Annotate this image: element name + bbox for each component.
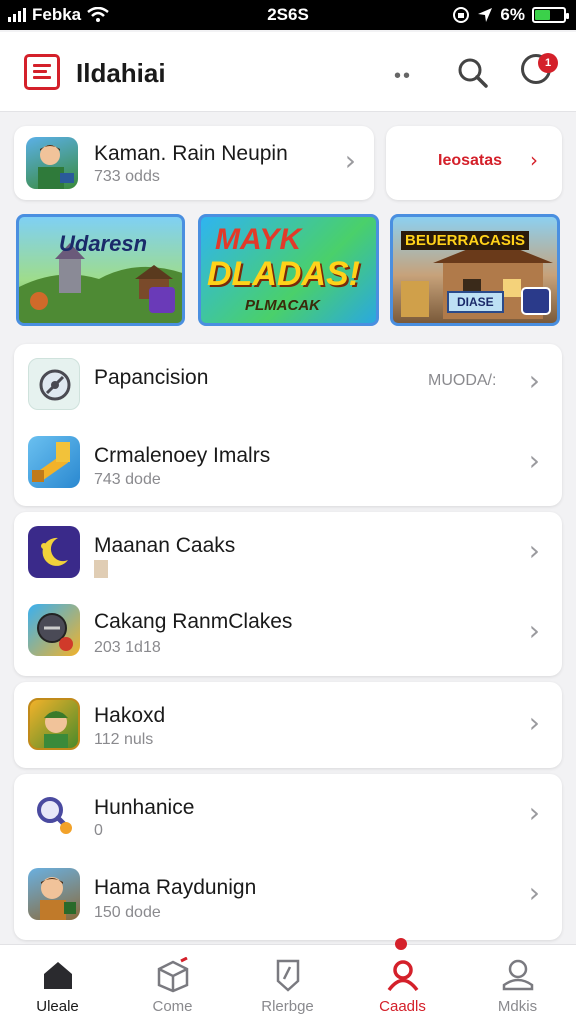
list-item-title: Cakang RanmClakes bbox=[94, 610, 293, 633]
hero-app-icon bbox=[28, 868, 80, 920]
battery-icon bbox=[532, 7, 569, 23]
list-item-meta: MUODA/: bbox=[428, 372, 497, 389]
hammer-app-icon bbox=[28, 436, 80, 488]
magnifier-app-icon bbox=[28, 790, 80, 842]
chevron-right-icon: › bbox=[344, 144, 356, 177]
person-icon bbox=[502, 959, 534, 991]
banner-1[interactable]: Udaresn bbox=[16, 214, 185, 326]
app-title: Ildahiai bbox=[76, 58, 166, 88]
tab-shield[interactable]: Rlerbge bbox=[230, 945, 345, 1024]
warrior-app-icon bbox=[28, 698, 80, 750]
chevron-right-icon: › bbox=[528, 796, 540, 829]
menu-logo-icon[interactable] bbox=[24, 54, 60, 90]
battery-level bbox=[535, 10, 551, 20]
list-item[interactable]: Hama Raydunign 150 dode › bbox=[14, 858, 562, 940]
tab-label: Come bbox=[152, 998, 193, 1015]
banner-2-line2: DLADAS! bbox=[207, 255, 360, 293]
list-group: Papancision MUODA/: › Crmalenoey Imalrs … bbox=[14, 344, 562, 506]
tab-label: Mdkis bbox=[497, 998, 538, 1015]
chevron-right-icon: › bbox=[528, 364, 540, 397]
chevron-right-icon: › bbox=[528, 876, 540, 909]
side-link-label: Ieosatas bbox=[438, 152, 503, 169]
search-icon[interactable] bbox=[456, 56, 490, 90]
list-group: Hakoxd 112 nuls › bbox=[14, 682, 562, 768]
bottom-tab-bar: Uleale Come Rlerbge Caadls Mdkis bbox=[0, 944, 576, 1024]
tab-profile[interactable]: Mdkis bbox=[460, 945, 575, 1024]
tab-label: Rlerbge bbox=[261, 998, 314, 1015]
banner-3[interactable]: BEUERRACASIS DIASE bbox=[390, 214, 560, 326]
featured-app-icon bbox=[26, 137, 78, 189]
banner-1-title: Udaresn bbox=[59, 231, 148, 256]
rotation-lock-icon bbox=[453, 7, 470, 23]
list-item[interactable]: Crmalenoey Imalrs 743 dode › bbox=[14, 424, 562, 506]
tab-label: Caadls bbox=[379, 998, 426, 1015]
chevron-right-red-icon: › bbox=[530, 148, 538, 172]
home-icon bbox=[44, 962, 72, 989]
list-item-title: Hama Raydunign bbox=[94, 876, 257, 899]
list-item[interactable]: Papancision MUODA/: › bbox=[14, 344, 562, 424]
featured-subtitle: 733 odds bbox=[94, 168, 160, 185]
notification-badge: 1 bbox=[538, 53, 558, 73]
list-item[interactable]: Maanan Caaks › bbox=[14, 512, 562, 594]
list-item-subtitle: 112 nuls bbox=[94, 731, 154, 748]
featured-side-link[interactable]: Ieosatas › bbox=[386, 126, 562, 200]
chevron-right-icon: › bbox=[528, 534, 540, 567]
tab-label: Uleale bbox=[36, 998, 79, 1015]
list-item-placeholder bbox=[94, 560, 108, 578]
moon-app-icon bbox=[28, 526, 80, 578]
list-item[interactable]: Hakoxd 112 nuls › bbox=[14, 682, 562, 768]
chevron-right-icon: › bbox=[528, 444, 540, 477]
banner-3-gear-icon bbox=[521, 287, 551, 315]
chevron-right-icon: › bbox=[528, 706, 540, 739]
tab-games[interactable]: Come bbox=[115, 945, 230, 1024]
app-header: Ildahiai •• 1 bbox=[0, 32, 576, 112]
list-item-title: Papancision bbox=[94, 366, 209, 389]
disc-app-icon bbox=[28, 604, 80, 656]
list-item[interactable]: Hunhanice 0 › bbox=[14, 774, 562, 858]
more-options-icon[interactable]: •• bbox=[394, 65, 412, 88]
chevron-right-icon: › bbox=[528, 614, 540, 647]
tab-home[interactable]: Uleale bbox=[0, 945, 115, 1024]
battery-percent: 6% bbox=[500, 5, 525, 24]
list-group: Maanan Caaks › Cakang RanmClakes 203 1d1… bbox=[14, 512, 562, 676]
featured-title: Kaman. Rain Neupin bbox=[94, 142, 288, 165]
list-item[interactable]: Cakang RanmClakes 203 1d18 › bbox=[14, 594, 562, 676]
banner-2-line3: PLMACAK bbox=[245, 297, 320, 314]
banner-3-title: BEUERRACASIS bbox=[401, 231, 530, 250]
person-red-icon bbox=[387, 960, 419, 992]
list-item-title: Maanan Caaks bbox=[94, 534, 236, 557]
list-item-title: Crmalenoey Imalrs bbox=[94, 444, 271, 467]
list-group: Hunhanice 0 › Hama Raydunign 150 dode › bbox=[14, 774, 562, 940]
featured-card[interactable]: Kaman. Rain Neupin 733 odds › bbox=[14, 126, 374, 200]
list-item-subtitle: 0 bbox=[94, 822, 103, 839]
list-item-subtitle: 743 dode bbox=[94, 471, 161, 488]
tab-active[interactable]: Caadls bbox=[345, 945, 460, 1024]
banner-2-line1: MAYK bbox=[215, 223, 302, 256]
compass-app-icon bbox=[28, 358, 80, 410]
shield-icon bbox=[276, 959, 300, 992]
status-bar: Febka 2S6S 6% bbox=[0, 0, 576, 30]
location-icon bbox=[478, 8, 493, 22]
list-item-title: Hakoxd bbox=[94, 704, 166, 727]
list-item-subtitle: 150 dode bbox=[94, 904, 161, 921]
banner-3-badge: DIASE bbox=[447, 291, 504, 313]
active-tab-indicator bbox=[395, 938, 407, 950]
box-icon bbox=[157, 957, 189, 993]
list-item-title: Hunhanice bbox=[94, 796, 195, 819]
banner-2[interactable]: MAYK DLADAS! PLMACAK bbox=[198, 214, 379, 326]
list-item-subtitle: 203 1d18 bbox=[94, 639, 161, 656]
